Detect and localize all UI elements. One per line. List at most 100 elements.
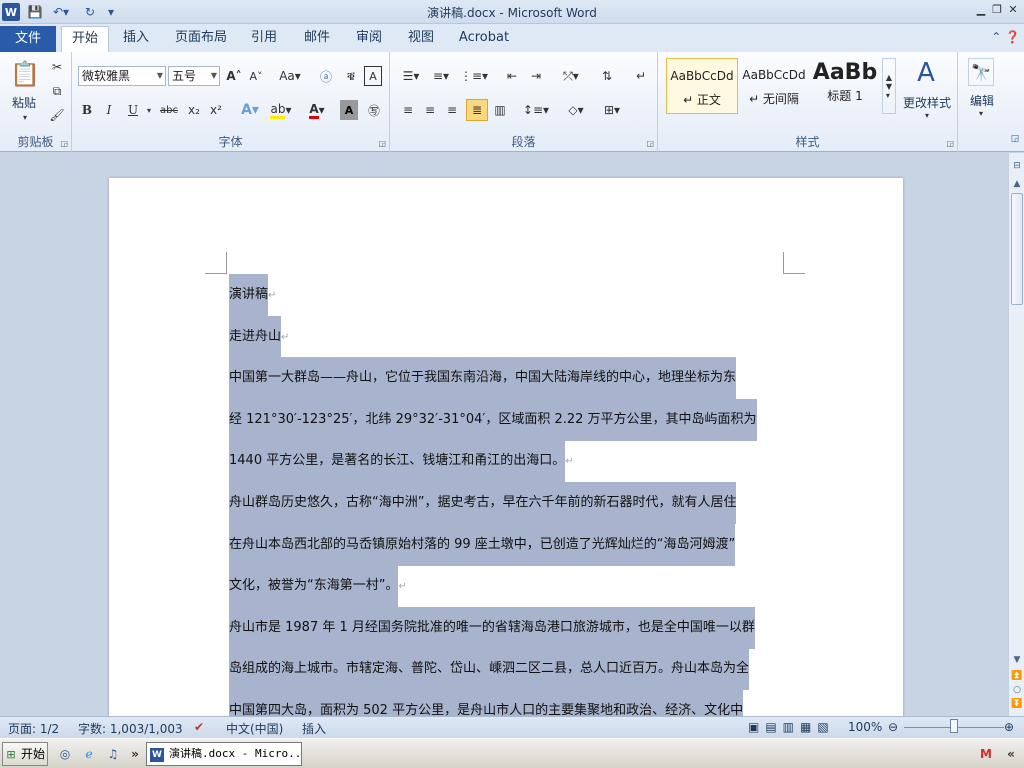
change-styles-icon[interactable]: A [908,58,944,88]
tab-references[interactable]: 引用 [244,26,284,52]
tab-insert[interactable]: 插入 [114,26,158,52]
style-no-spacing[interactable]: AaBbCcDd ↵ 无间隔 [738,58,810,114]
zoom-out-icon[interactable]: ⊖ [888,720,898,734]
superscript-button[interactable]: x² [206,100,226,120]
justify-icon[interactable]: ≣ [466,99,488,121]
clear-format-icon[interactable]: ⓐ [316,66,336,86]
scroll-thumb[interactable] [1011,193,1023,305]
style-normal[interactable]: AaBbCcDd ↵ 正文 [666,58,738,114]
align-right-icon[interactable]: ≡ [442,100,462,120]
zoom-in-icon[interactable]: ⊕ [1004,720,1014,734]
media-icon[interactable]: ♫ [104,745,122,763]
close-icon[interactable]: ✕ [1004,2,1022,18]
char-border-icon[interactable]: A [364,66,382,86]
document-line[interactable]: 在舟山本岛西北部的马岙镇原始村落的 99 座土墩中，已创造了光辉灿烂的“海岛河姆… [229,523,736,566]
tab-page-layout[interactable]: 页面布局 [170,26,232,52]
highlight-icon[interactable]: ab ▾ [268,100,294,120]
more-quick-launch-icon[interactable]: » [128,745,142,763]
grow-font-button[interactable]: A ˄ [224,66,244,86]
view-buttons-icon[interactable]: ▣▤▥▦▧ [748,720,835,734]
paste-button[interactable]: 粘贴 [4,94,44,111]
line-spacing-icon[interactable]: ↕≡▾ [522,100,550,120]
document-line[interactable]: 中国第一大群岛——舟山，它位于我国东南沿海，中国大陆海岸线的中心，地理坐标为东 [229,357,737,400]
format-painter-icon[interactable]: 🖌 [48,106,66,124]
editing-button[interactable]: 编辑 [960,92,1004,109]
paragraph-launcher-icon[interactable]: ◲ [646,139,654,148]
text-effects-icon[interactable]: A▾ [238,100,262,120]
insert-mode[interactable]: 插入 [302,720,326,737]
font-name-combo[interactable]: 微软雅黑 ▼ [78,66,166,86]
shrink-font-button[interactable]: A ˅ [246,66,266,86]
next-page-icon[interactable]: ⏬ [1010,699,1024,709]
help-icon[interactable]: ⌃ ❓ [991,30,1020,44]
font-size-combo[interactable]: 五号 ▼ [168,66,220,86]
ie-icon[interactable]: ℯ [80,745,98,763]
tray-expand-icon[interactable]: « [1002,745,1020,763]
document-line[interactable]: 经 121°30′-123°25′，北纬 29°32′-31°04′，区域面积 … [229,398,757,441]
font-launcher-icon[interactable]: ◲ [378,139,386,148]
document-line[interactable]: 中国第四大岛，面积为 502 平方公里，是舟山市人口的主要集聚地和政治、经济、文… [229,690,744,716]
styles-launcher-icon[interactable]: ◲ [946,139,954,148]
tab-review[interactable]: 审阅 [349,26,389,52]
increase-indent-icon[interactable]: ⇥ [526,66,546,86]
tab-file[interactable]: 文件 [0,26,56,52]
style-heading-1[interactable]: AaBb 标题 1 [810,58,880,114]
scroll-down-icon[interactable]: ▼ [1010,655,1024,665]
paste-dropdown-icon[interactable]: ▾ [20,112,30,122]
decrease-indent-icon[interactable]: ⇤ [502,66,522,86]
zoom-slider-thumb[interactable] [950,719,958,733]
shading-icon[interactable]: ◇▾ [562,100,590,120]
sort-icon[interactable]: ⇅ [596,66,618,86]
underline-dropdown-icon[interactable]: ▾ [144,100,154,120]
vertical-scrollbar[interactable]: ⊟ ▲ ▼ ⏫ ○ ⏬ [1008,153,1024,716]
phonetic-guide-icon[interactable]: ቔ [340,66,362,86]
editing-dropdown-icon[interactable]: ▾ [976,108,986,118]
document-line[interactable]: 演讲稿↵ [229,274,276,316]
document-line[interactable]: 舟山市是 1987 年 1 月经国务院批准的唯一的省辖海岛港口旅游城市，也是全中… [229,606,755,649]
clipboard-launcher-icon[interactable]: ◲ [60,139,68,148]
paste-icon[interactable]: 📋 [10,58,40,90]
scroll-up-icon[interactable]: ▲ [1010,179,1024,189]
distributed-icon[interactable]: ▥ [490,100,510,120]
document-line[interactable]: 1440 平方公里，是著名的长江、钱塘江和甬江的出海口。↵ [229,440,574,483]
ruler-toggle-icon[interactable]: ⊟ [1010,161,1024,171]
collapse-ribbon-icon[interactable]: ◲ [1008,132,1022,146]
previous-page-icon[interactable]: ⏫ [1010,671,1024,681]
multilevel-list-icon[interactable]: ⋮≡▾ [460,66,488,86]
document-area[interactable]: 演讲稿↵ 走进舟山↵ 中国第一大群岛——舟山，它位于我国东南沿海，中国大陆海岸线的中… [0,153,1008,716]
tab-mailings[interactable]: 邮件 [297,26,337,52]
subscript-button[interactable]: x₂ [184,100,204,120]
zoom-level[interactable]: 100% [848,720,882,734]
borders-icon[interactable]: ⊞▾ [598,100,626,120]
styles-scroll-icon[interactable]: ▲ ▼ ▾ [882,58,896,114]
font-color-icon[interactable]: A ▾ [304,100,330,120]
quick-launch-icon[interactable]: ◎ [56,745,74,763]
language-indicator[interactable]: 中文(中国) [226,720,283,737]
document-line[interactable]: 岛组成的海上城市。市辖定海、普陀、岱山、嵊泗二区二县，总人口近百万。舟山本岛为全 [229,648,750,691]
chinese-layout-icon[interactable]: ⤱▾ [558,66,584,86]
strikethrough-button[interactable]: abc [158,100,180,120]
numbering-icon[interactable]: ≡▾ [428,66,454,86]
change-case-button[interactable]: Aa ▾ [276,66,304,86]
underline-button[interactable]: U [124,100,142,120]
change-styles-dropdown-icon[interactable]: ▾ [922,110,932,120]
italic-button[interactable]: I [100,100,118,120]
copy-icon[interactable]: ⧉ [48,82,66,100]
document-page[interactable]: 演讲稿↵ 走进舟山↵ 中国第一大群岛——舟山，它位于我国东南沿海，中国大陆海岸线的中… [109,178,903,716]
tab-view[interactable]: 视图 [401,26,441,52]
document-line[interactable]: 舟山群岛历史悠久，古称“海中洲”，据史考古，早在六千年前的新石器时代，就有人居住 [229,482,737,524]
change-styles-button[interactable]: 更改样式 [898,94,956,111]
word-count[interactable]: 字数: 1,003/1,003 [78,720,183,737]
taskbar-word-button[interactable]: 演讲稿.docx - Micro... [146,742,302,766]
tray-app-icon[interactable]: M [976,745,996,763]
tab-home[interactable]: 开始 [61,26,109,52]
document-line[interactable]: 走进舟山↵ [229,315,289,358]
bullets-icon[interactable]: ☰▾ [398,66,424,86]
find-icon[interactable]: 🔭 [968,58,994,86]
bold-button[interactable]: B [78,100,96,120]
page-indicator[interactable]: 页面: 1/2 [8,720,59,737]
browse-object-icon[interactable]: ○ [1010,685,1024,695]
show-marks-icon[interactable]: ↵ [632,66,650,86]
tab-acrobat[interactable]: Acrobat [452,26,516,52]
document-line[interactable]: 文化，被誉为“东海第一村”。↵ [229,565,407,608]
